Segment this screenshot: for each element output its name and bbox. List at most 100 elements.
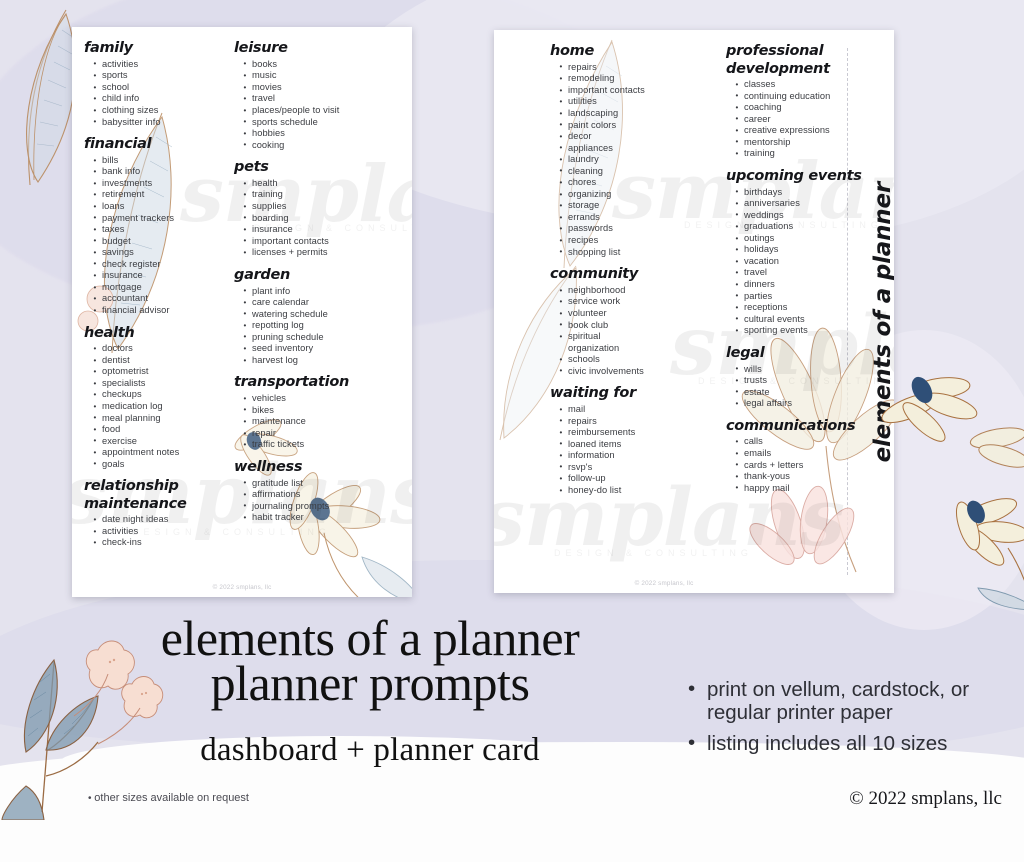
page-title: elements of a planner planner prompts	[60, 613, 680, 711]
list-item: spiritual	[560, 331, 718, 343]
list-item: clothing sizes	[94, 105, 234, 117]
list-item: habit tracker	[244, 512, 400, 524]
card-credit: © 2022 smplans, llc	[212, 584, 272, 591]
list-item: chores	[560, 177, 718, 189]
list-item: doctors	[94, 343, 234, 355]
section-items: date night ideas activities check-ins	[84, 514, 234, 549]
list-item: paint colors	[560, 119, 718, 132]
list-item: organizing	[560, 189, 718, 201]
card-column-1: home repairs remodeling important contac…	[506, 44, 718, 593]
list-item: important contacts	[244, 235, 400, 248]
list-item: bikes	[244, 404, 400, 417]
section-wellness: wellness gratitude list affirmations jou…	[234, 460, 400, 524]
bottom-caption-area: elements of a planner planner prompts da…	[0, 600, 1024, 819]
list-item: cultural events	[736, 313, 882, 326]
list-item: maintenance	[244, 416, 400, 428]
list-item: birthdays	[736, 186, 882, 199]
list-item: watering schedule	[244, 308, 400, 321]
section-items: mail repairs reimbursements loaned items…	[550, 404, 718, 496]
list-item: mentorship	[736, 136, 882, 149]
section-items: classes continuing education coaching ca…	[726, 79, 882, 160]
list-item: hobbies	[244, 128, 400, 140]
card-columns: home repairs remodeling important contac…	[494, 30, 894, 593]
list-item: training	[736, 148, 882, 160]
section-waiting-for: waiting for mail repairs reimbursements …	[550, 386, 718, 496]
list-item: follow-up	[560, 473, 718, 485]
section-items: wills trusts estate legal affairs	[726, 363, 882, 410]
section-title: community	[550, 266, 639, 283]
section-items: activities sports school child info clot…	[84, 58, 234, 128]
section-garden: garden plant info care calendar watering…	[234, 266, 400, 367]
list-item: emails	[736, 448, 882, 460]
section-family: family activities sports school child in…	[84, 41, 234, 128]
list-item: loans	[94, 201, 234, 213]
section-items: books music movies travel places/people …	[234, 58, 400, 152]
list-item: important contacts	[560, 85, 718, 97]
list-item: check-ins	[94, 537, 234, 549]
list-item: sports schedule	[244, 116, 400, 129]
card-credit: © 2022 smplans, llc	[634, 580, 694, 587]
list-item: service work	[560, 296, 718, 308]
list-item: taxes	[94, 224, 234, 236]
section-title: garden	[234, 266, 291, 283]
list-item: journaling prompts	[244, 500, 400, 513]
list-item: payment trackers	[94, 212, 234, 225]
list-item: books	[244, 58, 400, 71]
list-item: investments	[94, 178, 234, 190]
list-item: honey-do list	[560, 485, 718, 497]
list-item: repairs	[560, 415, 718, 428]
section-title: legal	[726, 344, 765, 361]
section-items: neighborhood service work volunteer book…	[550, 285, 718, 377]
list-item: reimbursements	[560, 427, 718, 439]
list-item: classes	[736, 79, 882, 91]
list-item: information	[560, 450, 718, 462]
list-item: schools	[560, 354, 718, 366]
list-item: gratitude list	[244, 477, 400, 490]
list-item-continuation: organization	[568, 342, 620, 353]
list-item: supplies	[244, 201, 400, 213]
list-item: civic involvements	[560, 365, 718, 378]
card-column-2: professional development classes continu…	[718, 44, 882, 593]
list-item: holidays	[736, 244, 882, 256]
page-title-line-2: planner prompts	[210, 655, 530, 711]
section-title: transportation	[234, 374, 350, 391]
section-community: community neighborhood service work volu…	[550, 267, 718, 377]
list-item: repairs	[560, 61, 718, 74]
list-item: laundry	[560, 154, 718, 166]
section-title: wellness	[234, 458, 303, 475]
list-item: utilities	[560, 96, 718, 108]
list-item: career	[736, 113, 882, 126]
list-item: music	[244, 70, 400, 82]
list-item: cleaning	[560, 165, 718, 178]
list-item: insurance	[244, 224, 400, 236]
card-column-1: family activities sports school child in…	[84, 41, 234, 597]
section-communications: communications calls emails cards + lett…	[726, 418, 882, 495]
list-item: financial advisor	[94, 305, 234, 317]
other-sizes-note: other sizes available on request	[88, 792, 249, 804]
section-items: bills bank info investments retirement l…	[84, 155, 234, 317]
list-item: boarding	[244, 212, 400, 225]
planner-card[interactable]: smplans DESIGN & CONSULTING smplans DESI…	[494, 30, 894, 593]
list-item: listing includes all 10 sizes	[688, 731, 1018, 755]
list-item: mail	[560, 404, 718, 416]
list-item: savings	[94, 247, 234, 259]
section-professional-development: professional development classes continu…	[726, 44, 882, 160]
list-item: licenses + permits	[244, 247, 400, 259]
section-title-line2: maintenance	[84, 495, 187, 512]
section-title: waiting for	[550, 385, 636, 402]
card-column-2: leisure books music movies travel places…	[234, 41, 400, 597]
feature-bullet-list: print on vellum, cardstock, or regular p…	[688, 677, 1018, 755]
list-item: print on vellum, cardstock, or regular p…	[688, 677, 1018, 724]
section-items: plant info care calendar watering schedu…	[234, 285, 400, 367]
list-item: cooking	[244, 139, 400, 152]
list-item: activities	[94, 526, 234, 538]
list-item: trusts	[736, 375, 882, 387]
list-item: retirement	[94, 189, 234, 201]
section-items: repairs remodeling important contacts ut…	[550, 61, 718, 258]
list-item: landscaping	[560, 108, 718, 120]
list-item: thank-yous	[736, 471, 882, 483]
list-item: accountant	[94, 293, 234, 305]
list-item: rsvp's	[560, 461, 718, 474]
dashboard-card[interactable]: smplans DESIGN & CONSULTING smplans DESI…	[72, 27, 412, 597]
list-item: activities	[94, 58, 234, 71]
